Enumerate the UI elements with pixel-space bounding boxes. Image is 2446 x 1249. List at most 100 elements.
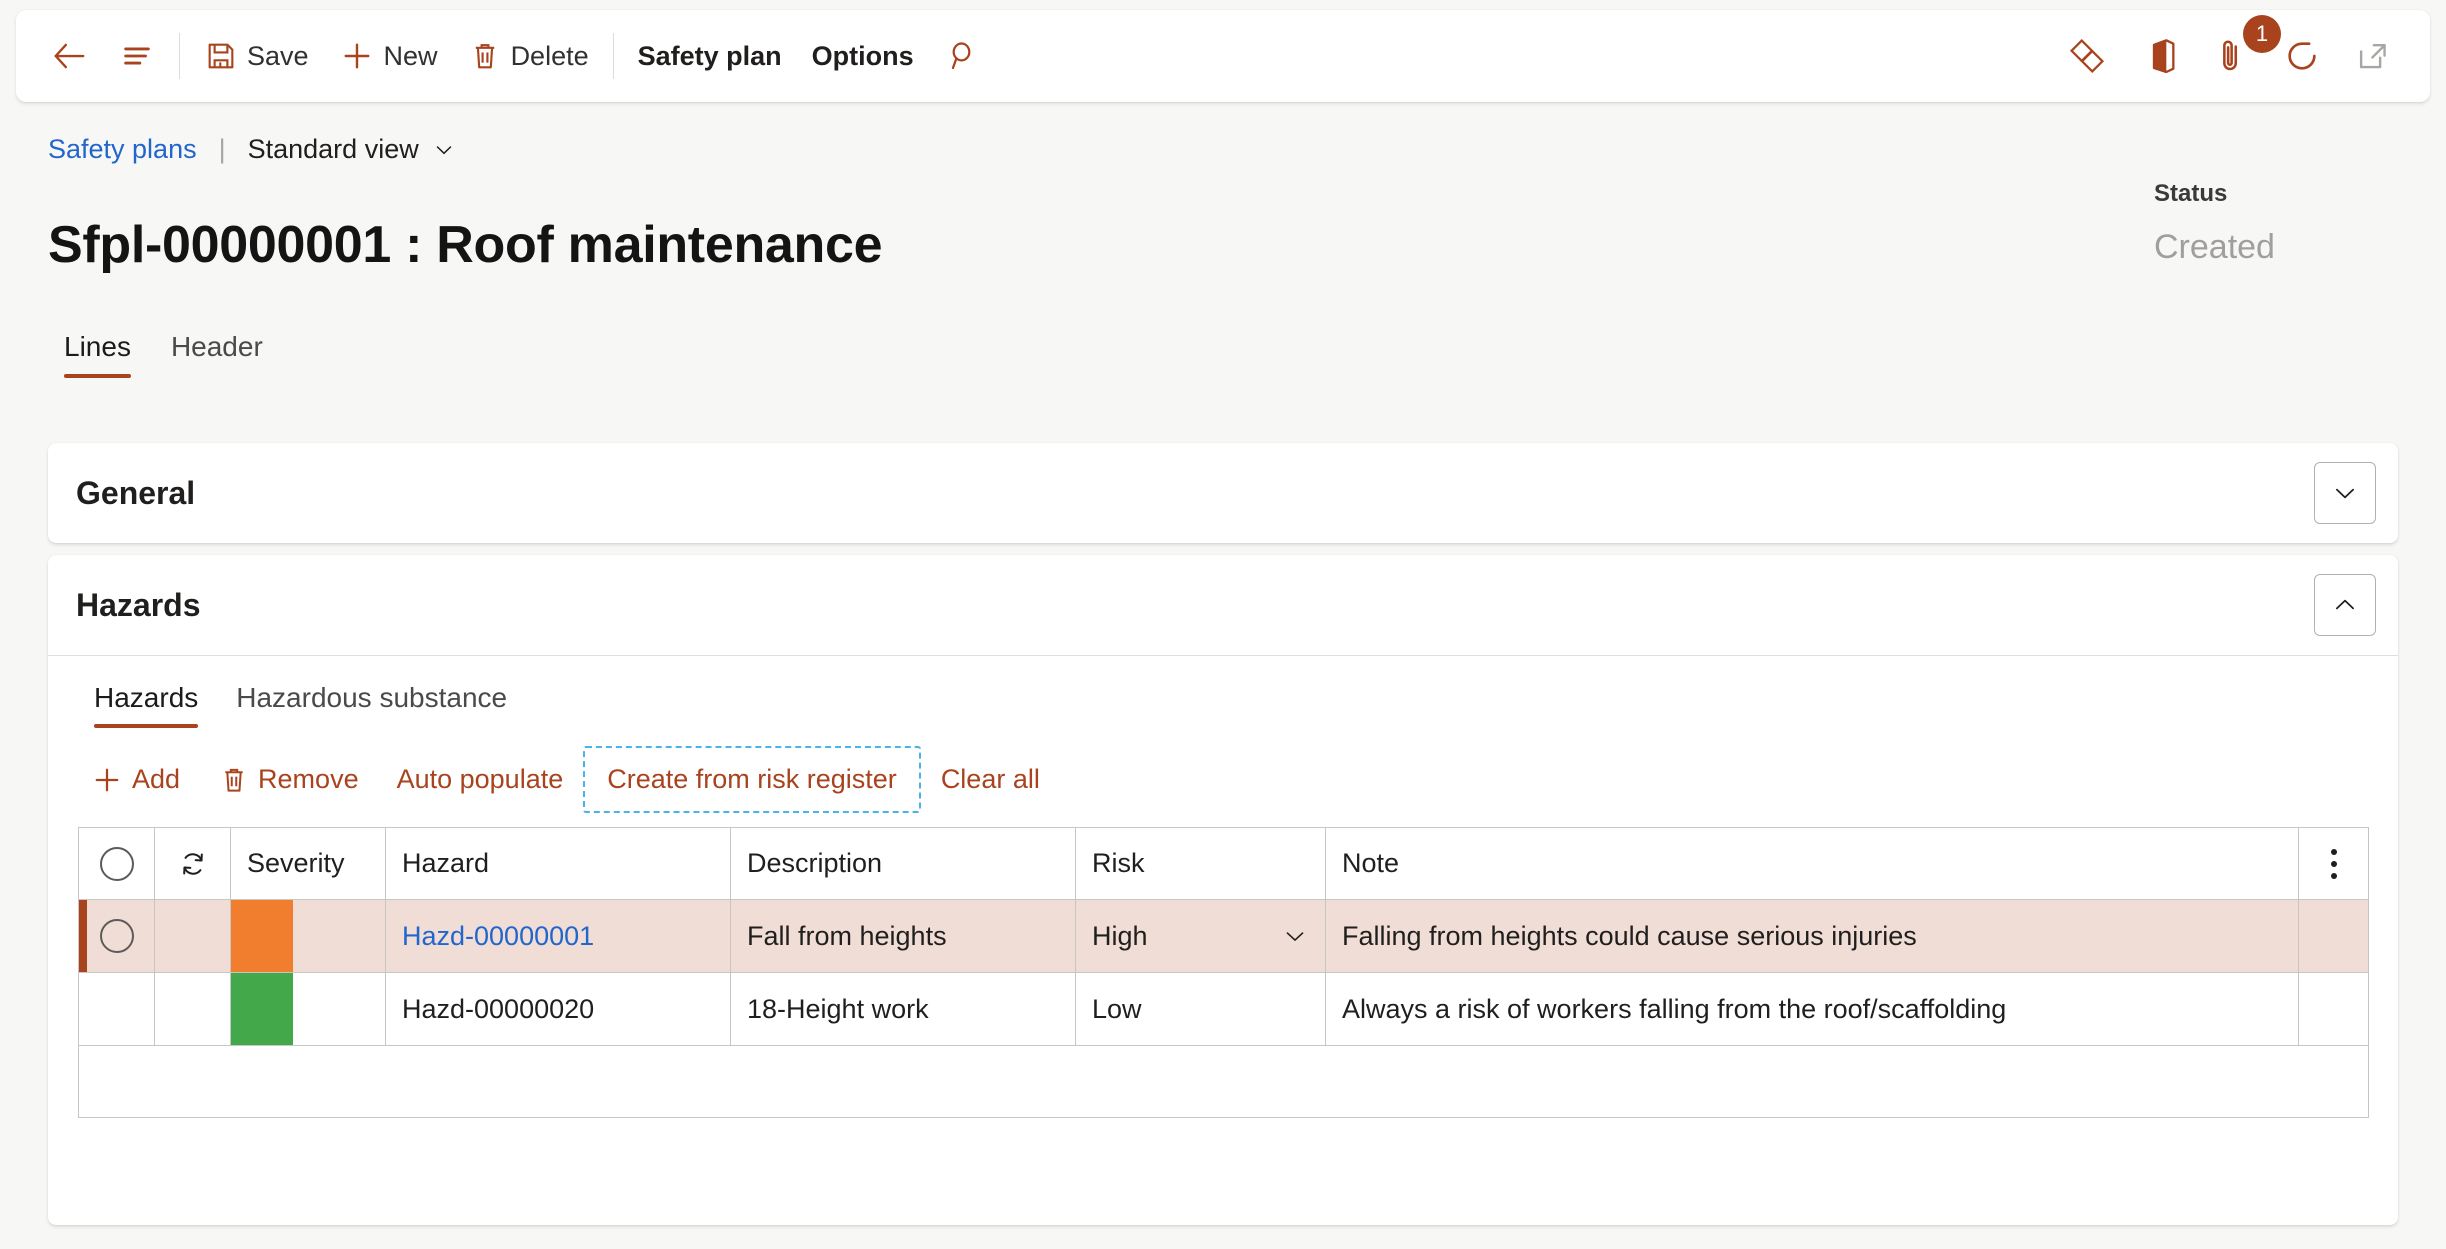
inner-tab-hazardous-substance[interactable]: Hazardous substance xyxy=(220,678,523,730)
power-platform-button[interactable] xyxy=(2052,26,2122,86)
column-header-hazard[interactable]: Hazard xyxy=(385,827,731,900)
severity-swatch xyxy=(231,973,293,1045)
search-button[interactable] xyxy=(931,26,995,86)
save-button-label: Save xyxy=(247,40,309,71)
clear-all-button-label: Clear all xyxy=(940,764,1040,794)
new-button-label: New xyxy=(383,40,438,71)
save-icon xyxy=(208,43,234,69)
remove-button-label: Remove xyxy=(258,764,359,794)
delete-button-label: Delete xyxy=(510,40,589,71)
grid-toolbar: Add Remove Auto populate Create from ris… xyxy=(48,730,2398,813)
toolbar-divider-2 xyxy=(612,33,614,79)
row-select-cell[interactable] xyxy=(78,899,155,973)
page-tabs: Lines Header xyxy=(50,325,277,381)
grid-overflow-menu[interactable] xyxy=(2298,827,2369,900)
safety-plan-menu[interactable]: Safety plan xyxy=(625,26,795,86)
save-button[interactable]: Save xyxy=(191,26,322,86)
row-risk-cell[interactable]: High xyxy=(1075,899,1326,973)
select-all-header[interactable] xyxy=(78,827,155,900)
row-description-cell[interactable]: 18-Height work xyxy=(730,972,1076,1046)
navigation-menu-button[interactable] xyxy=(106,26,168,86)
chevron-up-icon xyxy=(2336,599,2354,610)
column-header-severity[interactable]: Severity xyxy=(230,827,386,900)
row-overflow-cell xyxy=(2298,972,2369,1046)
add-button-label: Add xyxy=(132,764,181,794)
section-general: General xyxy=(48,443,2398,543)
hazard-link[interactable]: Hazd-00000001 xyxy=(402,921,594,951)
plus-icon xyxy=(95,768,119,791)
row-risk-cell[interactable]: Low xyxy=(1075,972,1326,1046)
view-selector[interactable]: Standard view xyxy=(248,134,456,165)
options-menu-label: Options xyxy=(811,40,914,71)
view-selector-label: Standard view xyxy=(247,134,419,164)
table-row[interactable]: Hazd-00000020 18-Height work Low Always … xyxy=(78,972,2369,1046)
section-general-toggle[interactable] xyxy=(2314,462,2376,524)
create-from-risk-register-button-label: Create from risk register xyxy=(607,764,897,794)
row-select-circle-icon[interactable] xyxy=(99,919,134,953)
section-hazards-header[interactable]: Hazards xyxy=(48,555,2398,655)
risk-value: High xyxy=(1092,920,1148,951)
section-hazards-toggle[interactable] xyxy=(2314,574,2376,636)
inner-tab-hazards[interactable]: Hazards xyxy=(78,678,214,730)
row-note-cell[interactable]: Always a risk of workers falling from th… xyxy=(1325,972,2299,1046)
column-header-risk[interactable]: Risk xyxy=(1075,827,1326,900)
row-icon-cell xyxy=(154,972,231,1046)
section-general-title: General xyxy=(76,474,196,511)
row-icon-cell xyxy=(154,899,231,973)
status-value: Created xyxy=(2154,228,2275,266)
popout-icon xyxy=(2359,44,2386,69)
row-note-cell[interactable]: Falling from heights could cause serious… xyxy=(1325,899,2299,973)
sync-icon xyxy=(182,852,203,875)
office-button[interactable] xyxy=(2126,26,2194,86)
attachment-count-badge: 1 xyxy=(2243,15,2281,53)
hazards-grid: Severity Hazard Description Risk Note Ha… xyxy=(78,827,2369,1118)
row-description-cell[interactable]: Fall from heights xyxy=(730,899,1076,973)
hamburger-icon xyxy=(124,47,150,65)
plus-icon xyxy=(344,43,369,69)
tab-lines[interactable]: Lines xyxy=(50,325,145,381)
table-empty-row xyxy=(78,1045,2369,1118)
auto-populate-button[interactable]: Auto populate xyxy=(379,752,582,807)
status-block: Status Created xyxy=(2154,180,2384,267)
chevron-down-icon xyxy=(436,145,451,154)
options-menu[interactable]: Options xyxy=(799,26,927,86)
row-select-cell[interactable] xyxy=(78,972,155,1046)
row-severity-cell xyxy=(230,899,386,973)
section-general-header[interactable]: General xyxy=(48,443,2398,543)
open-in-new-window-button[interactable] xyxy=(2340,26,2406,86)
power-bi-icon xyxy=(2069,38,2105,74)
more-vertical-icon[interactable] xyxy=(2300,829,2368,899)
delete-button[interactable]: Delete xyxy=(455,26,602,86)
clear-all-button[interactable]: Clear all xyxy=(923,752,1058,807)
refresh-column-header[interactable] xyxy=(154,827,231,900)
column-header-description[interactable]: Description xyxy=(730,827,1076,900)
attachments-button[interactable]: 1 xyxy=(2198,15,2281,86)
back-button[interactable] xyxy=(36,26,102,86)
auto-populate-button-label: Auto populate xyxy=(396,764,564,794)
tab-header[interactable]: Header xyxy=(157,325,277,381)
refresh-icon xyxy=(2288,42,2316,70)
row-hazard-cell[interactable]: Hazd-00000020 xyxy=(385,972,731,1046)
table-row[interactable]: Hazd-00000001 Fall from heights High Fal… xyxy=(78,899,2369,973)
breadcrumb-separator: | xyxy=(218,134,226,164)
select-all-circle-icon[interactable] xyxy=(99,846,134,881)
column-header-note[interactable]: Note xyxy=(1325,827,2299,900)
trash-icon xyxy=(225,768,243,792)
command-bar: Save New Delete Safety plan Options 1 xyxy=(16,10,2430,102)
trash-icon xyxy=(475,44,494,69)
remove-button[interactable]: Remove xyxy=(200,752,377,808)
chevron-down-icon xyxy=(2336,488,2354,499)
row-severity-cell xyxy=(230,972,386,1046)
status-label: Status xyxy=(2154,180,2228,207)
toolbar-divider xyxy=(179,33,180,79)
add-button[interactable]: Add xyxy=(72,751,198,809)
breadcrumb: Safety plans | Standard view xyxy=(48,134,456,165)
table-empty-cell xyxy=(78,1045,2369,1118)
create-from-risk-register-button[interactable]: Create from risk register xyxy=(583,746,921,813)
row-hazard-cell[interactable]: Hazd-00000001 xyxy=(385,899,731,973)
chevron-down-icon[interactable] xyxy=(1281,922,1309,950)
section-hazards-title: Hazards xyxy=(76,586,201,623)
new-button[interactable]: New xyxy=(326,26,451,86)
breadcrumb-parent-link[interactable]: Safety plans xyxy=(48,134,197,165)
search-icon xyxy=(951,42,971,70)
